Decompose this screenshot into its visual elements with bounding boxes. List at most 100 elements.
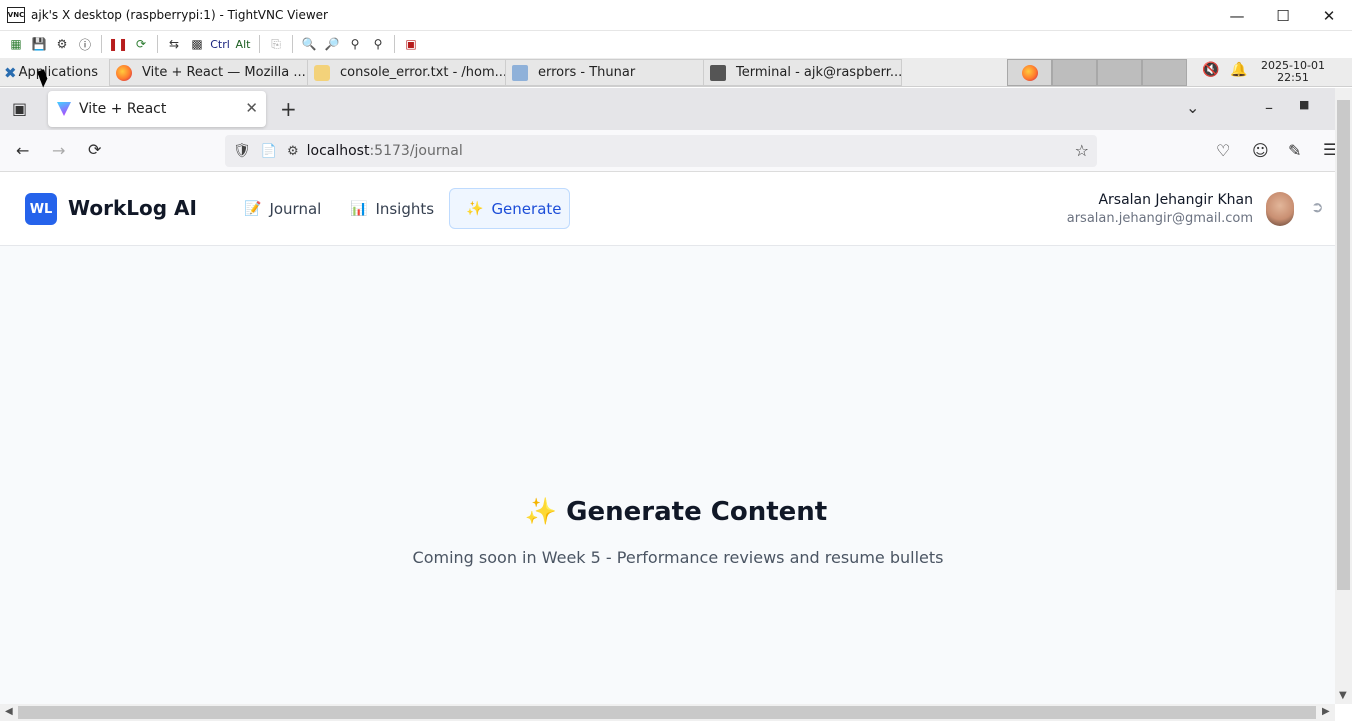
toolbar-divider [101, 35, 102, 53]
scroll-left-arrow-icon[interactable]: ◀ [5, 706, 13, 717]
clipboard-icon[interactable]: ⎘ [266, 34, 286, 54]
web-page: WL WorkLog AI 📝 Journal 📊 Insights ✨ Gen… [0, 172, 1335, 704]
info-icon[interactable]: ⓘ [75, 34, 95, 54]
taskbar-item-firefox[interactable]: Vite + React — Mozilla ... [109, 59, 309, 86]
nav-insights[interactable]: 📊 Insights [334, 188, 450, 229]
sparkles-icon: ✨ [466, 200, 484, 217]
list-tabs-icon[interactable]: ⌄ [1186, 98, 1199, 117]
reload-icon[interactable]: ⟳ [88, 140, 101, 159]
workspace-4[interactable] [1142, 59, 1187, 86]
close-button[interactable]: ✕ [1306, 0, 1352, 31]
browser-tab[interactable]: Vite + React ✕ [48, 91, 266, 127]
applications-menu-button[interactable]: ✖ Applications [1, 60, 102, 85]
notification-bell-icon[interactable]: 🔔 [1230, 62, 1247, 78]
memo-icon: 📝 [244, 200, 262, 217]
app-logo[interactable]: WL [25, 193, 57, 225]
workspace-2[interactable] [1052, 59, 1097, 86]
options-icon[interactable]: ⚙ [52, 34, 72, 54]
scroll-right-arrow-icon[interactable]: ▶ [1322, 706, 1330, 717]
zoom-in-icon[interactable]: 🔍 [299, 34, 319, 54]
browser-tab-bar: ▣ Vite + React ✕ + ⌄ – ■ [0, 88, 1335, 130]
firefox-view-icon[interactable]: ▣ [12, 99, 27, 118]
tab-close-icon[interactable]: ✕ [245, 99, 258, 117]
vnc-toolbar: ▦ 💾 ⚙ ⓘ ❚❚ ⟳ ⇆ ▩ Ctrl Alt ⎘ 🔍 🔎 ⚲ ⚲ ▣ [0, 31, 1352, 57]
desktop-panel: ✖ Applications Vite + React — Mozilla ..… [0, 58, 1352, 87]
taskbar-item-label: errors - Thunar [538, 65, 636, 80]
minimize-button[interactable]: — [1214, 0, 1260, 31]
zoom-fit-icon[interactable]: ⚲ [368, 34, 388, 54]
nav-journal[interactable]: 📝 Journal [228, 188, 337, 229]
toolbar-divider [259, 35, 260, 53]
taskbar-item-thunar[interactable]: errors - Thunar [505, 59, 704, 86]
alt-key-button[interactable]: Alt [233, 34, 253, 54]
scroll-down-arrow-icon[interactable]: ▼ [1339, 690, 1347, 701]
vite-icon [57, 102, 71, 116]
pause-icon[interactable]: ❚❚ [108, 34, 128, 54]
toolbar-divider [394, 35, 395, 53]
avatar[interactable] [1266, 192, 1294, 226]
nav-generate-label: Generate [491, 199, 562, 218]
folder-icon [512, 64, 528, 81]
account-icon[interactable]: ☺ [1252, 141, 1269, 160]
vertical-scroll-thumb[interactable] [1337, 100, 1350, 590]
user-email: arsalan.jehangir@gmail.com [1066, 211, 1253, 226]
pocket-icon[interactable]: ♡ [1216, 141, 1230, 160]
terminal-icon [710, 64, 726, 81]
workspace-1[interactable] [1007, 59, 1052, 86]
bar-chart-icon: 📊 [350, 200, 368, 217]
xfce-icon: ✖ [4, 63, 17, 82]
taskbar-item-terminal[interactable]: Terminal - ajk@raspberr... [703, 59, 902, 86]
fullscreen-icon[interactable]: ▣ [401, 34, 421, 54]
url-bar[interactable]: 🛡 📄 ⚙ localhost:5173/journal ☆ [225, 135, 1097, 167]
toolbar-divider [292, 35, 293, 53]
site-permissions-icon[interactable]: ⚙ [287, 144, 299, 159]
browser-minimize-icon[interactable]: – [1265, 98, 1273, 117]
vnc-title-bar[interactable]: VNC ajk's X desktop (raspberrypi:1) - Ti… [0, 0, 1352, 31]
vnc-window-title: ajk's X desktop (raspberrypi:1) - TightV… [31, 8, 328, 22]
ctrl-alt-del-icon[interactable]: ▩ [187, 34, 207, 54]
browser-restore-icon[interactable]: ■ [1299, 98, 1309, 111]
transfer-icon[interactable]: ⇆ [164, 34, 184, 54]
user-name: Arsalan Jehangir Khan [1098, 192, 1253, 208]
vnc-logo-icon: VNC [7, 7, 25, 23]
shield-icon[interactable]: 🛡 [233, 143, 251, 159]
forward-icon[interactable]: → [52, 141, 65, 160]
zoom-100-icon[interactable]: ⚲ [345, 34, 365, 54]
refresh-icon[interactable]: ⟳ [131, 34, 151, 54]
save-icon[interactable]: 💾 [29, 34, 49, 54]
applications-label: Applications [18, 65, 98, 80]
panel-clock[interactable]: 2025-10-01 22:51 [1255, 60, 1331, 84]
text-editor-icon [314, 64, 330, 81]
extensions-icon[interactable]: ✎ [1288, 141, 1301, 160]
new-connection-icon[interactable]: ▦ [6, 34, 26, 54]
volume-muted-icon[interactable]: 🔇 [1202, 62, 1219, 78]
nav-journal-label: Journal [269, 199, 322, 218]
clock-time: 22:51 [1277, 71, 1309, 84]
page-title: ✨ Generate Content [524, 497, 828, 527]
nav-generate[interactable]: ✨ Generate [449, 188, 570, 229]
page-icon[interactable]: 📄 [261, 144, 277, 159]
url-path: :5173/journal [369, 143, 463, 159]
taskbar-item-label: console_error.txt - /hom... [340, 65, 506, 80]
new-tab-icon[interactable]: + [280, 97, 297, 121]
app-brand-name[interactable]: WorkLog AI [68, 196, 197, 220]
app-header: WL WorkLog AI 📝 Journal 📊 Insights ✨ Gen… [0, 172, 1335, 246]
maximize-button[interactable]: ☐ [1260, 0, 1306, 31]
back-icon[interactable]: ← [16, 141, 29, 160]
taskbar-item-text-editor[interactable]: console_error.txt - /hom... [307, 59, 506, 86]
firefox-icon [1021, 65, 1038, 81]
firefox-icon [116, 64, 132, 81]
nav-insights-label: Insights [375, 199, 435, 218]
bookmark-star-icon[interactable]: ☆ [1075, 141, 1089, 160]
horizontal-scroll-thumb[interactable] [18, 706, 1316, 719]
logout-icon[interactable]: ➲ [1311, 198, 1324, 216]
taskbar-item-label: Vite + React — Mozilla ... [142, 65, 306, 80]
zoom-out-icon[interactable]: 🔎 [322, 34, 342, 54]
workspace-3[interactable] [1097, 59, 1142, 86]
toolbar-divider [157, 35, 158, 53]
tab-title: Vite + React [79, 101, 167, 117]
browser-nav-bar: ← → ⟳ 🛡 📄 ⚙ localhost:5173/journal ☆ ♡ ☺… [0, 130, 1337, 172]
url-host: localhost [306, 143, 370, 159]
taskbar-item-label: Terminal - ajk@raspberr... [736, 65, 902, 80]
ctrl-key-button[interactable]: Ctrl [210, 34, 230, 54]
